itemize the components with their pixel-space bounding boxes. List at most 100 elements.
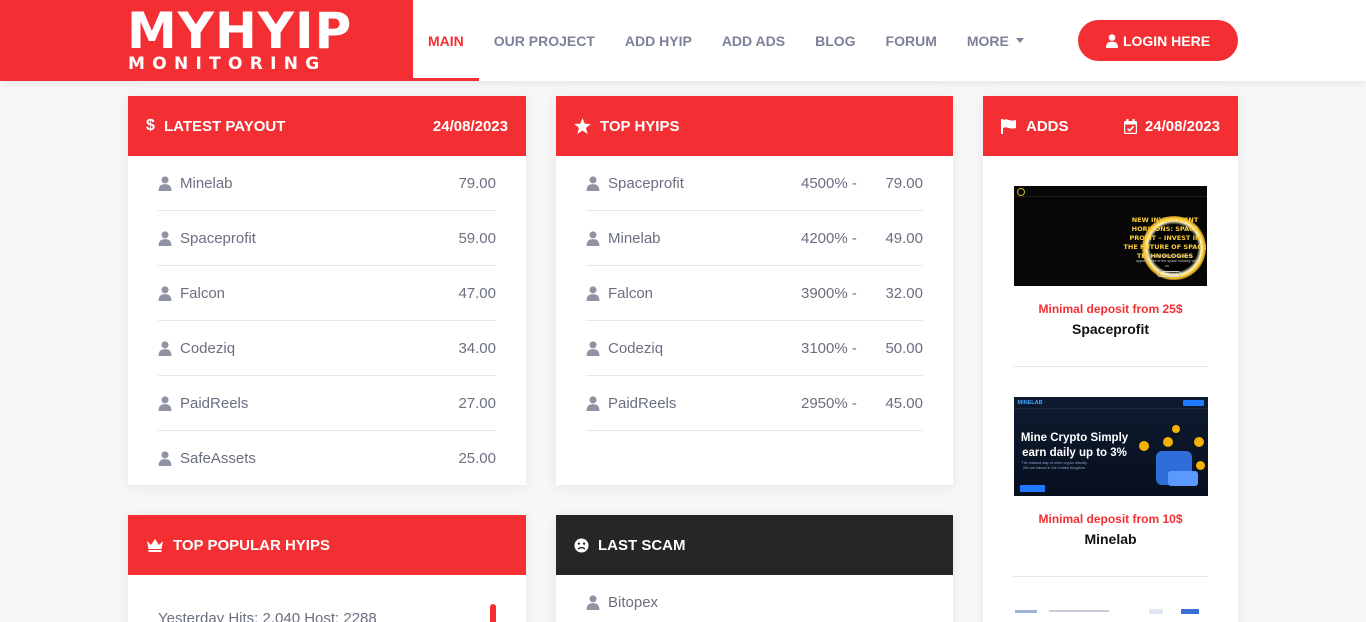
- top-hyips-header: TOP HYIPS: [556, 96, 953, 156]
- card-date: 24/08/2023: [1144, 117, 1220, 135]
- ad-name[interactable]: Spaceprofit: [1013, 321, 1208, 366]
- list-item[interactable]: Minelab 4200% - 49.00: [586, 211, 923, 266]
- list-item[interactable]: Spaceprofit 59.00: [158, 211, 496, 266]
- item-value: 32.00: [885, 284, 923, 302]
- ad-banner-image-partial[interactable]: [1013, 607, 1208, 617]
- item-value: 25.00: [458, 450, 496, 467]
- last-scam-card: LAST SCAM Bitopex: [556, 515, 953, 622]
- item-name: PaidReels: [180, 394, 249, 412]
- list-item[interactable]: Minelab 79.00: [158, 156, 496, 211]
- nav-label: OUR PROJECT: [493, 32, 595, 49]
- item-percent: 3900% -: [801, 284, 857, 302]
- ad-item[interactable]: MINELAB Mine Crypto Simply earn daily up…: [1013, 397, 1208, 577]
- banner-subtext: The most promising investment opportunit…: [1136, 254, 1198, 268]
- calendar-icon: [1123, 118, 1137, 134]
- item-name: Minelab: [608, 229, 661, 247]
- user-icon: [586, 230, 600, 246]
- crown-icon: [147, 539, 163, 552]
- nav-label: FORUM: [885, 32, 937, 49]
- user-icon: [158, 230, 172, 246]
- list-item[interactable]: Codeziq 3100% - 50.00: [586, 321, 923, 376]
- star-icon: [574, 118, 591, 134]
- item-value: 49.00: [885, 229, 923, 247]
- item-name: Codeziq: [180, 339, 236, 357]
- last-scam-header: LAST SCAM: [556, 515, 953, 575]
- item-name: Spaceprofit: [180, 229, 256, 247]
- latest-payout-header: $ LATEST PAYOUT 24/08/2023: [128, 96, 526, 156]
- banner-brand: MINELAB: [1017, 400, 1043, 406]
- latest-payout-card: $ LATEST PAYOUT 24/08/2023 Minelab 79.00…: [128, 96, 526, 485]
- planet-logo-icon: [1017, 188, 1025, 196]
- banner-cta-button: [1019, 485, 1045, 492]
- list-item[interactable]: PaidReels 27.00: [158, 376, 496, 431]
- logo[interactable]: MYHYIP MONITORING: [0, 0, 413, 81]
- ad-item[interactable]: NEW INVESTMENT HORIZONS: SPACE PROFIT – …: [1013, 186, 1208, 367]
- nav-add-ads[interactable]: ADD ADS: [707, 0, 800, 81]
- user-icon: [158, 175, 172, 191]
- coin-icon: [1162, 437, 1173, 447]
- card-title: LATEST PAYOUT: [164, 117, 286, 135]
- item-name: Minelab: [180, 174, 233, 192]
- item-percent: 4200% -: [801, 229, 857, 247]
- item-name: Falcon: [608, 284, 654, 302]
- list-item[interactable]: Falcon 47.00: [158, 266, 496, 321]
- list-item[interactable]: Falcon 3900% - 32.00: [586, 266, 923, 321]
- coin-icon: [1193, 437, 1204, 447]
- item-value: 47.00: [458, 284, 496, 302]
- login-button[interactable]: LOGIN HERE: [1078, 20, 1238, 61]
- nav-main[interactable]: MAIN: [413, 0, 479, 81]
- item-value: 79.00: [458, 174, 496, 192]
- banner-subtext: The easiest way to mine crypto directly.…: [1021, 461, 1088, 470]
- user-icon: [586, 340, 600, 356]
- list-item[interactable]: Spaceprofit 4500% - 79.00: [586, 156, 923, 211]
- user-icon: [586, 595, 600, 610]
- nav-forum[interactable]: FORUM: [871, 0, 952, 81]
- list-item[interactable]: Bitopex: [586, 575, 923, 622]
- list-item[interactable]: Codeziq 34.00: [158, 321, 496, 376]
- item-name: Bitopex: [608, 594, 659, 611]
- hits-row: Yesterday Hits: 2,040 Host: 2288: [158, 575, 496, 622]
- top-popular-card: TOP POPULAR HYIPS Yesterday Hits: 2,040 …: [128, 515, 526, 622]
- nav-blog[interactable]: BLOG: [800, 0, 870, 81]
- top-popular-header: TOP POPULAR HYIPS: [128, 515, 526, 575]
- banner-headline: Mine Crypto Simply earn daily up to 3%: [1020, 432, 1129, 459]
- adds-card: ADDS 24/08/2023 NEW INVESTMENT HORIZONS:…: [983, 96, 1238, 622]
- ad-deposit: Minimal deposit from 10$: [1038, 512, 1183, 526]
- nav-add-hyip[interactable]: ADD HYIP: [610, 0, 707, 81]
- banner-button: START NOW: [1157, 271, 1181, 277]
- user-icon: [158, 395, 172, 411]
- ad-banner-image[interactable]: MINELAB Mine Crypto Simply earn daily up…: [1013, 397, 1208, 496]
- item-percent: 2950% -: [801, 394, 857, 412]
- nav-our-project[interactable]: OUR PROJECT: [479, 0, 610, 81]
- item-value: 27.00: [458, 394, 496, 412]
- ad-name[interactable]: Minelab: [1013, 531, 1208, 576]
- ad-banner-image[interactable]: NEW INVESTMENT HORIZONS: SPACE PROFIT – …: [1014, 186, 1207, 286]
- nav-more-dropdown[interactable]: MORE: [952, 0, 1039, 81]
- hits-text: Yesterday Hits: 2,040 Host: 2288: [158, 609, 377, 622]
- wallet-flap: [1167, 471, 1198, 486]
- last-scam-list: Bitopex: [556, 575, 953, 622]
- item-value: 50.00: [885, 339, 923, 357]
- card-title: ADDS: [1026, 117, 1069, 135]
- nav-label: ADD HYIP: [624, 32, 692, 49]
- nav-label: MAIN: [428, 32, 464, 49]
- banner-nav-button: [1182, 400, 1204, 406]
- site-header: MYHYIP MONITORING MAIN OUR PROJECT ADD H…: [0, 0, 1366, 81]
- user-icon: [586, 285, 600, 301]
- item-name: Codeziq: [608, 339, 664, 357]
- user-icon: [1105, 33, 1118, 48]
- list-item[interactable]: PaidReels 2950% - 45.00: [586, 376, 923, 431]
- caret-down-icon: [1015, 38, 1024, 43]
- card-date: 24/08/2023: [432, 117, 508, 135]
- frown-icon: [574, 537, 589, 553]
- list-item[interactable]: SafeAssets 25.00: [158, 431, 496, 485]
- flag-icon: [1001, 118, 1016, 134]
- item-percent: 4500% -: [801, 174, 857, 192]
- top-hyips-list: Spaceprofit 4500% - 79.00 Minelab 4200% …: [556, 156, 953, 431]
- item-name: Falcon: [180, 284, 226, 302]
- logo-title: MYHYIP: [127, 2, 353, 60]
- item-name: SafeAssets: [180, 450, 256, 467]
- top-hyips-card: TOP HYIPS Spaceprofit 4500% - 79.00 Mine…: [556, 96, 953, 485]
- nav-label: BLOG: [815, 32, 856, 49]
- banner-button-stub: [1181, 609, 1199, 614]
